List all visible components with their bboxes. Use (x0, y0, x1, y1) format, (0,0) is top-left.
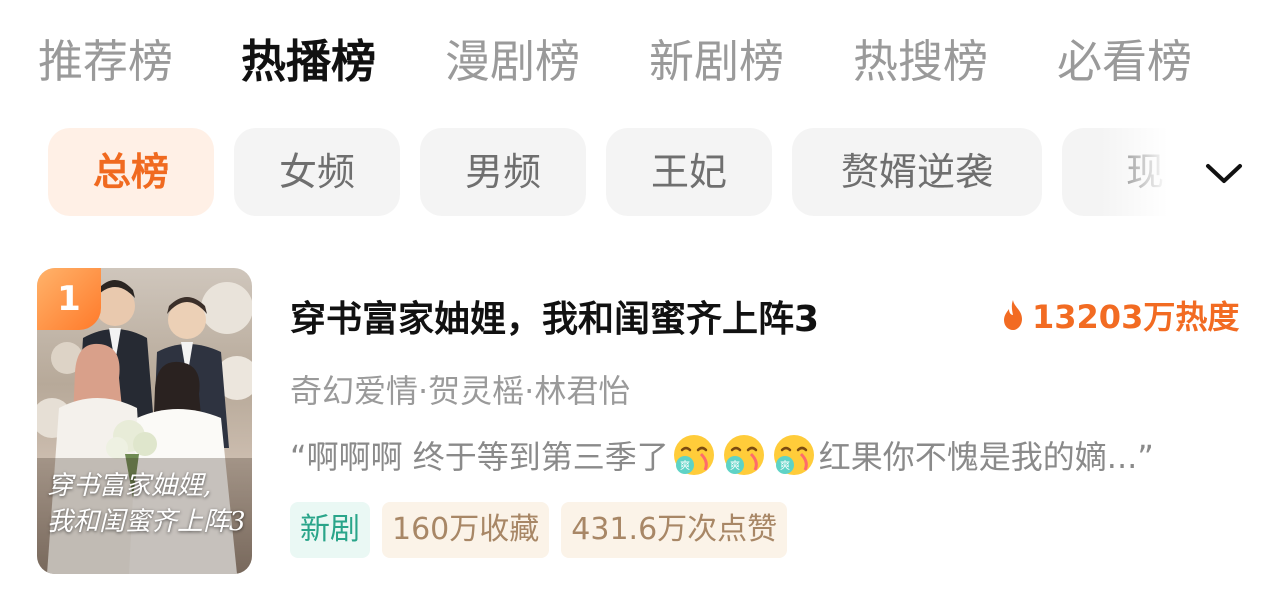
chip-overall[interactable]: 总榜 (48, 128, 214, 216)
ranking-tabs: 推荐榜 热播榜 漫剧榜 新剧榜 热搜榜 必看榜 (0, 22, 1284, 102)
drama-list-item[interactable]: 1 穿书富家妯娌, 我和闺蜜齐上阵3 穿书富家妯娌，我和闺蜜齐上阵3 13203… (0, 262, 1284, 582)
emoji-label: 爽 (780, 460, 790, 472)
chip-son-in-law[interactable]: 赘婿逆袭 (792, 128, 1042, 216)
poster-title-line2: 我和闺蜜齐上阵3 (47, 507, 246, 537)
chip-male[interactable]: 男频 (420, 128, 586, 216)
poster-title-line1: 穿书富家妯娌, (47, 471, 212, 501)
happy-face-emoji-icon: 爽 (771, 432, 817, 478)
top-comment[interactable]: “啊啊啊 终于等到第三季了 爽 爽 爽 红果你不愧是我的嫡...” (290, 430, 1154, 480)
happy-face-emoji-icon: 爽 (721, 432, 767, 478)
happy-face-emoji-icon: 爽 (671, 432, 717, 478)
comment-prefix: “啊啊啊 终于等到第三季了 (290, 438, 669, 476)
tag-likes: 431.6万次点赞 (561, 502, 788, 558)
emoji-label: 爽 (730, 460, 740, 472)
tab-must-watch[interactable]: 必看榜 (1057, 22, 1192, 102)
flame-icon (1004, 300, 1022, 330)
tag-favorites: 160万收藏 (382, 502, 550, 558)
tab-recommend[interactable]: 推荐榜 (38, 22, 173, 102)
drama-tags: 新剧 160万收藏 431.6万次点赞 (290, 502, 788, 558)
rank-badge: 1 (37, 268, 101, 330)
tab-new-drama[interactable]: 新剧榜 (649, 22, 784, 102)
chip-princess[interactable]: 王妃 (606, 128, 772, 216)
category-chips: 总榜 女频 男频 王妃 赘婿逆袭 现 (0, 128, 1180, 220)
chevron-down-icon (1206, 164, 1242, 183)
heat-indicator: 13203万热度 (1000, 292, 1239, 338)
heat-value: 13203万热度 (1032, 298, 1240, 336)
comment-suffix: 红果你不愧是我的嫡...” (818, 438, 1154, 476)
tab-hot-play[interactable]: 热播榜 (241, 22, 376, 102)
chip-modern[interactable]: 现 (1062, 128, 1180, 216)
tab-hot-search[interactable]: 热搜榜 (853, 22, 988, 102)
poster-title: 穿书富家妯娌, 我和闺蜜齐上阵3 (47, 468, 247, 540)
tag-new-drama: 新剧 (290, 502, 370, 558)
drama-title[interactable]: 穿书富家妯娌，我和闺蜜齐上阵3 (290, 290, 819, 342)
ranking-page: 推荐榜 热播榜 漫剧榜 新剧榜 热搜榜 必看榜 总榜 女频 男频 王妃 赘婿逆袭… (0, 0, 1284, 612)
drama-meta: 奇幻爱情·贺灵榣·林君怡 (290, 372, 631, 410)
chip-female[interactable]: 女频 (234, 128, 400, 216)
tab-comic-drama[interactable]: 漫剧榜 (445, 22, 580, 102)
drama-poster[interactable]: 1 穿书富家妯娌, 我和闺蜜齐上阵3 (37, 268, 252, 574)
expand-categories-button[interactable] (1196, 146, 1252, 202)
emoji-label: 爽 (680, 460, 690, 472)
